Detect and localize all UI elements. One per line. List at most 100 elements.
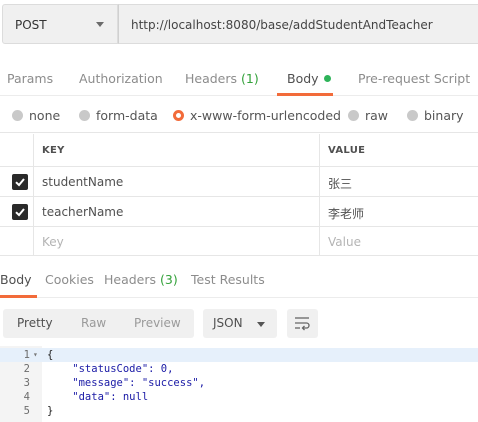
chevron-down-icon	[96, 22, 104, 27]
code-line: 5 }	[0, 404, 478, 418]
radio-label: none	[29, 108, 61, 123]
tab-pre-request-script[interactable]: Pre-request Script	[358, 71, 470, 86]
request-tabs: Params Authorization Headers (1) Body Pr…	[0, 62, 478, 96]
code-line: 4 "data": null	[0, 390, 478, 404]
code-text: "statusCode": 0,	[47, 363, 174, 375]
tab-label: Body	[287, 71, 319, 86]
line-number: 1	[23, 349, 30, 361]
radio-icon	[12, 110, 23, 121]
key-placeholder: Key	[42, 235, 64, 249]
value-text: 李老师	[328, 207, 365, 221]
url-text: http://localhost:8080/base/addStudentAnd…	[131, 18, 433, 32]
row-check-cell	[0, 227, 34, 255]
value-header: VALUE	[328, 145, 366, 156]
method-select[interactable]: POST	[2, 4, 118, 44]
row-check-cell	[0, 197, 34, 226]
radio-form-data[interactable]: form-data	[79, 108, 158, 123]
method-label: POST	[15, 18, 47, 32]
tab-label: Params	[7, 71, 54, 86]
active-tab-underline	[0, 295, 37, 298]
preview-button[interactable]: Preview	[134, 316, 181, 330]
header-check-cell	[0, 134, 34, 166]
tab-test-results[interactable]: Test Results	[191, 272, 265, 287]
line-number: 4	[23, 391, 30, 403]
wrap-lines-icon	[295, 317, 310, 331]
code-text: {	[47, 349, 54, 361]
params-table: KEY VALUE studentName 张三 teacherName 李老师…	[0, 134, 478, 256]
view-mode-group: Pretty Raw Preview	[3, 309, 194, 338]
tab-label: Headers	[104, 272, 160, 287]
key-cell[interactable]: teacherName	[34, 197, 320, 226]
url-input[interactable]: http://localhost:8080/base/addStudentAnd…	[118, 4, 478, 44]
key-input[interactable]: Key	[34, 227, 320, 255]
line-number: 5	[23, 405, 30, 417]
radio-raw[interactable]: raw	[348, 108, 388, 123]
key-header: KEY	[42, 145, 65, 156]
tab-label: Body	[0, 272, 32, 287]
code-text: "data": null	[47, 391, 149, 403]
wrap-lines-button[interactable]	[287, 309, 318, 338]
value-input[interactable]: Value	[320, 227, 478, 255]
row-check-cell	[0, 167, 34, 196]
tab-cookies[interactable]: Cookies	[45, 272, 94, 287]
code-text: }	[47, 405, 54, 417]
checkbox-checked-icon[interactable]	[12, 174, 28, 190]
headers-count: (1)	[241, 71, 259, 86]
response-tabs: Body Cookies Headers (3) Test Results	[0, 262, 478, 298]
key-cell[interactable]: studentName	[34, 167, 320, 196]
radio-selected-icon	[173, 110, 184, 121]
checkbox-checked-icon[interactable]	[12, 204, 28, 220]
table-row: teacherName 李老师	[0, 197, 478, 227]
tab-authorization[interactable]: Authorization	[79, 71, 163, 86]
table-row-new: Key Value	[0, 227, 478, 256]
line-number: 2	[23, 363, 30, 375]
url-bar: POST http://localhost:8080/base/addStude…	[0, 0, 478, 54]
radio-label: raw	[365, 108, 389, 123]
value-placeholder: Value	[328, 235, 361, 249]
radio-label: x-www-form-urlencoded	[190, 108, 341, 123]
response-toolbar: Pretty Raw Preview JSON	[0, 307, 478, 341]
tab-label: Headers	[185, 71, 241, 86]
chevron-down-icon	[257, 322, 265, 327]
radio-x-www-form-urlencoded[interactable]: x-www-form-urlencoded	[173, 108, 341, 123]
radio-label: form-data	[96, 108, 158, 123]
value-text: 张三	[328, 177, 353, 191]
body-type-selector: none form-data x-www-form-urlencoded raw…	[0, 99, 478, 133]
tab-response-headers[interactable]: Headers (3)	[104, 272, 178, 287]
radio-label: binary	[424, 108, 464, 123]
format-label: JSON	[213, 316, 243, 330]
fold-icon[interactable]: ▾	[33, 348, 38, 362]
body-indicator-dot	[323, 75, 331, 82]
key-text: studentName	[42, 175, 124, 189]
tab-response-body[interactable]: Body	[0, 272, 32, 287]
radio-binary[interactable]: binary	[407, 108, 464, 123]
table-header: KEY VALUE	[0, 134, 478, 167]
tab-label: Test Results	[191, 272, 265, 287]
value-cell[interactable]: 张三	[320, 167, 478, 196]
tab-label: Pre-request Script	[358, 71, 471, 86]
code-line: 3 "message": "success",	[0, 376, 478, 390]
tab-label: Authorization	[79, 71, 163, 86]
tab-params[interactable]: Params	[7, 71, 53, 86]
radio-icon	[348, 110, 359, 121]
format-select[interactable]: JSON	[203, 309, 277, 338]
header-key-cell: KEY	[34, 134, 320, 166]
tab-label: Cookies	[45, 272, 94, 287]
radio-icon	[79, 110, 90, 121]
code-line: 2 "statusCode": 0,	[0, 362, 478, 376]
code-line: 1 ▾ {	[0, 348, 478, 362]
table-row: studentName 张三	[0, 167, 478, 197]
raw-button[interactable]: Raw	[81, 316, 106, 330]
radio-icon	[407, 110, 418, 121]
key-text: teacherName	[42, 205, 124, 219]
active-tab-underline	[277, 93, 333, 96]
pretty-button[interactable]: Pretty	[17, 316, 53, 330]
radio-none[interactable]: none	[12, 108, 60, 123]
response-editor[interactable]: 1 ▾ { 2 "statusCode": 0, 3 "message": "s…	[0, 346, 478, 422]
tab-headers[interactable]: Headers (1)	[185, 71, 259, 86]
tab-body[interactable]: Body	[287, 71, 331, 86]
code-text: "message": "success",	[47, 377, 206, 389]
line-number: 3	[23, 377, 30, 389]
value-cell[interactable]: 李老师	[320, 197, 478, 226]
header-value-cell: VALUE	[320, 134, 478, 166]
